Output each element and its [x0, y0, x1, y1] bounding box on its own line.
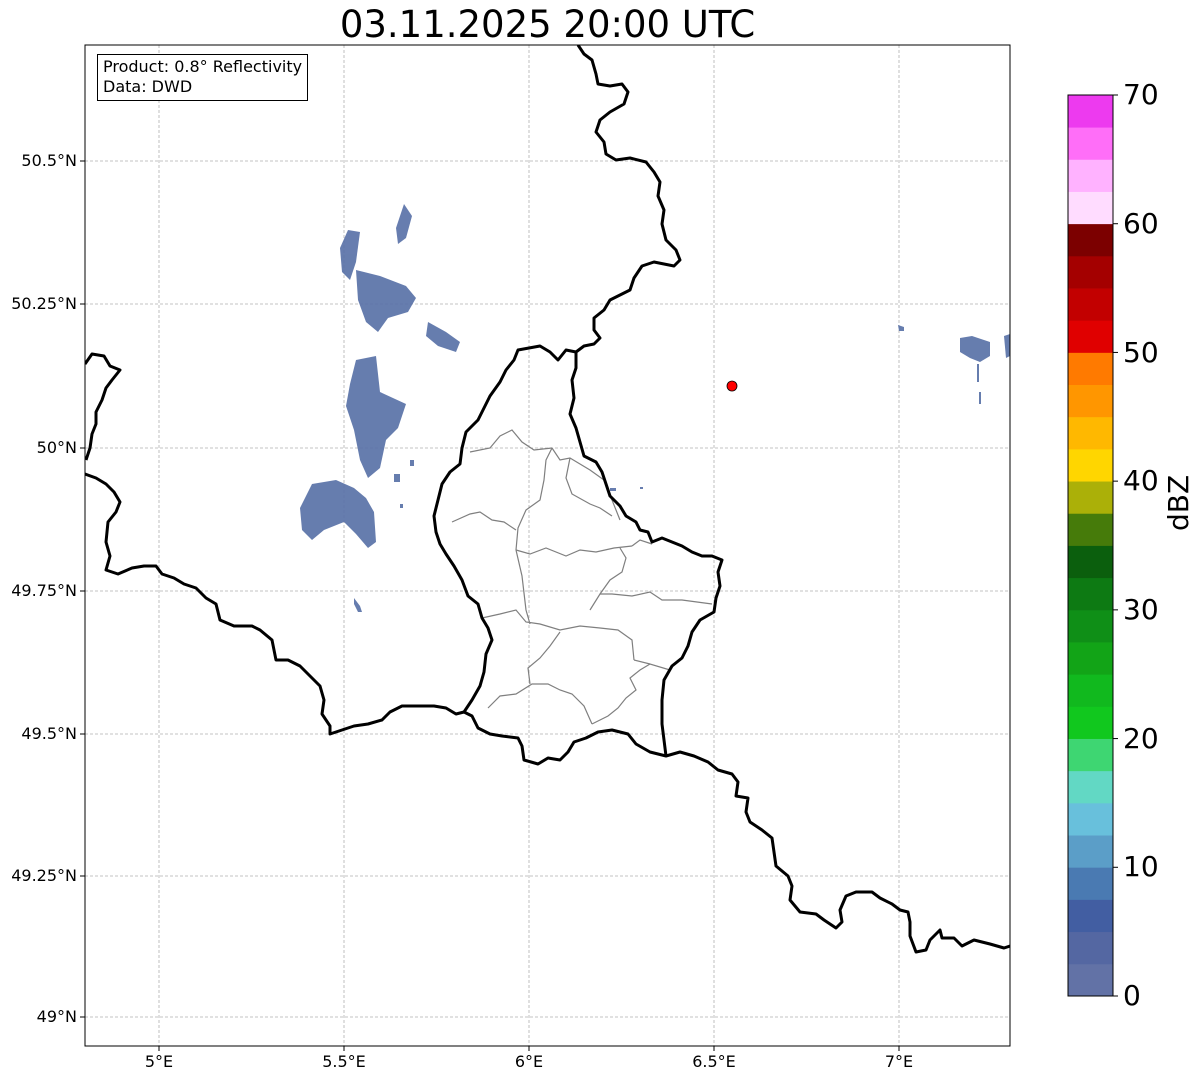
echo-cell: [356, 270, 416, 332]
echo-cell: [346, 356, 406, 478]
colorbar-segment: [1068, 577, 1113, 611]
colorbar-tick-label: 20: [1123, 722, 1159, 755]
lon-label: 6.5°E: [692, 1052, 736, 1071]
lat-label: 49.75°N: [11, 581, 77, 600]
data-source-label: Data: DWD: [103, 77, 193, 96]
echo-cell: [1004, 334, 1010, 358]
canton-boundaries: [451, 429, 713, 725]
radar-site-marker: [726, 380, 738, 392]
colorbar: [1067, 94, 1118, 997]
colorbar-segment: [1068, 352, 1113, 386]
axis-ticks: [80, 160, 900, 1051]
gridlines: [85, 45, 1010, 1046]
colorbar-tick-label: 30: [1123, 593, 1159, 626]
echo-cell: [960, 336, 990, 362]
colorbar-segment: [1068, 416, 1113, 450]
colorbar-segment: [1068, 963, 1113, 997]
colorbar-segment: [1068, 642, 1113, 675]
colorbar-segment: [1068, 738, 1113, 772]
colorbar-segment: [1068, 320, 1113, 353]
echo-cell: [426, 322, 460, 352]
colorbar-segment: [1068, 867, 1113, 900]
echo-cell: [979, 392, 981, 404]
colorbar-segment: [1068, 288, 1113, 321]
colorbar-segment: [1068, 706, 1113, 739]
lon-label: 6°E: [514, 1052, 544, 1071]
colorbar-label: dBZ: [1162, 474, 1195, 531]
colorbar-segment: [1068, 159, 1113, 192]
lon-label: 5.5°E: [322, 1052, 366, 1071]
echo-cell: [898, 325, 904, 331]
lat-label: 49.25°N: [11, 866, 77, 885]
colorbar-segment: [1068, 191, 1113, 225]
echo-cell: [396, 204, 412, 244]
echo-cell: [300, 480, 376, 548]
colorbar-segment: [1068, 127, 1113, 160]
echo-cell: [610, 488, 616, 491]
colorbar-tick-label: 0: [1123, 979, 1141, 1012]
echo-cell: [394, 474, 400, 482]
colorbar-segment: [1068, 899, 1113, 933]
colorbar-tick-label: 40: [1123, 464, 1159, 497]
echo-cell: [640, 487, 643, 489]
product-label: Product: 0.8° Reflectivity: [103, 57, 303, 76]
lat-label: 49.5°N: [21, 724, 77, 743]
colorbar-segment: [1068, 835, 1113, 868]
colorbar-segment: [1068, 448, 1113, 482]
lat-label: 50.25°N: [11, 294, 77, 313]
map-frame: [84, 44, 1011, 1047]
echo-cell: [410, 460, 414, 466]
colorbar-segment: [1068, 674, 1113, 707]
lat-label: 50.5°N: [21, 151, 77, 170]
colorbar-segment: [1068, 931, 1113, 965]
product-info-box: Product: 0.8° Reflectivity Data: DWD: [97, 54, 309, 101]
lat-label: 49°N: [36, 1007, 77, 1026]
country-borders: [85, 45, 1010, 954]
colorbar-tick-label: 10: [1123, 850, 1159, 883]
colorbar-segment: [1068, 95, 1113, 128]
radar-echoes: [300, 204, 1010, 612]
colorbar-segment: [1068, 802, 1113, 836]
colorbar-segment: [1068, 384, 1113, 418]
lon-label: 7°E: [884, 1052, 914, 1071]
echo-cell: [354, 598, 362, 612]
colorbar-segment: [1068, 255, 1113, 289]
colorbar-segment: [1068, 481, 1113, 514]
echo-cell: [977, 364, 979, 382]
colorbar-segment: [1068, 513, 1113, 546]
lat-label: 50°N: [36, 438, 77, 457]
echo-cell: [400, 504, 403, 508]
colorbar-segment: [1068, 545, 1113, 579]
colorbar-segment: [1068, 770, 1113, 804]
lon-label: 5°E: [144, 1052, 174, 1071]
colorbar-segment: [1068, 609, 1113, 643]
colorbar-segment: [1068, 223, 1113, 257]
colorbar-tick-label: 70: [1123, 78, 1159, 111]
colorbar-tick-label: 50: [1123, 336, 1159, 369]
colorbar-tick-label: 60: [1123, 207, 1159, 240]
radar-map: [80, 44, 1011, 1051]
